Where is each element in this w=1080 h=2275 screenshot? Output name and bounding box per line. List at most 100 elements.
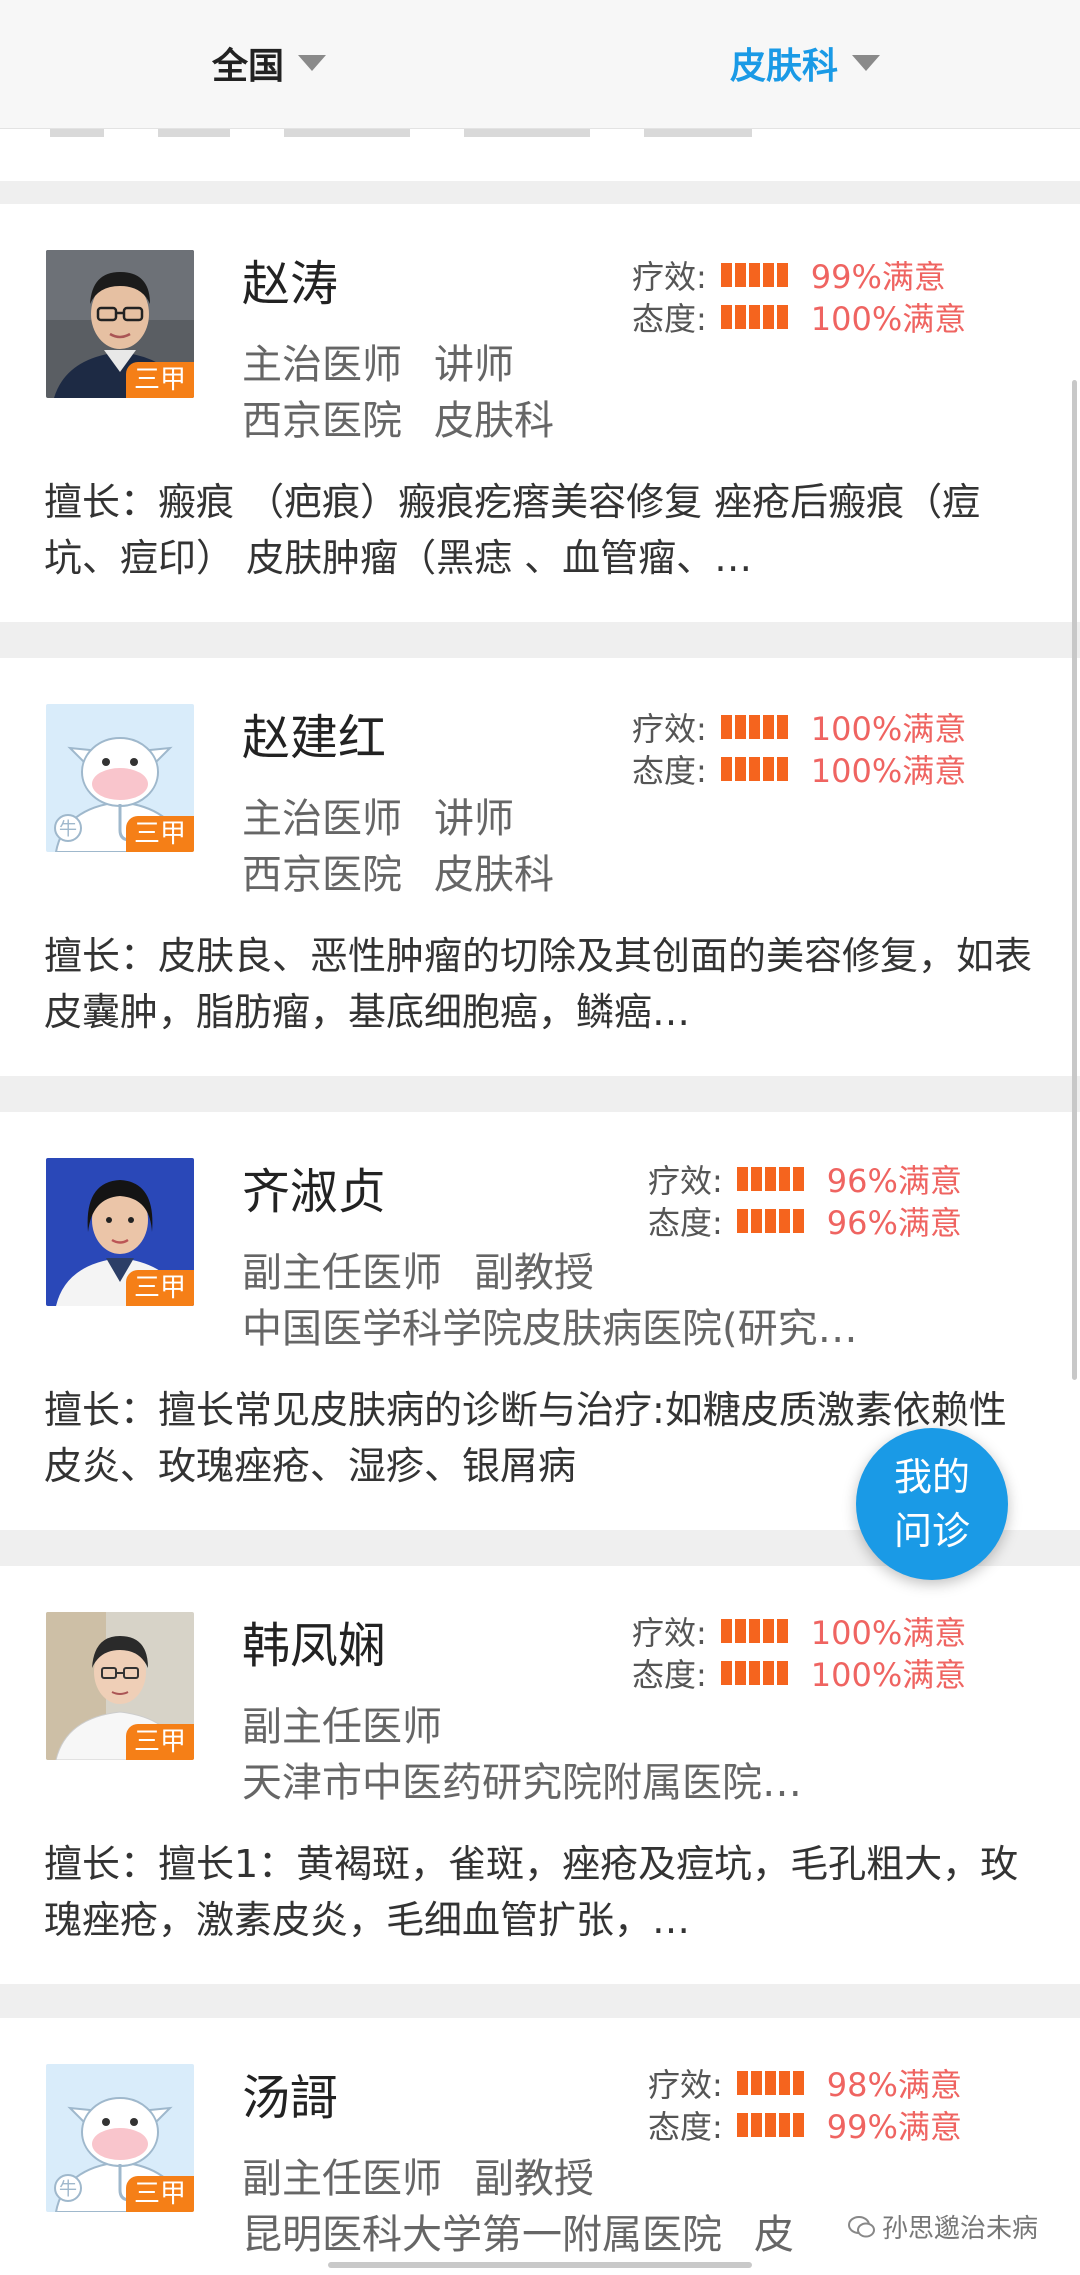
rating-value: 100%满意: [810, 300, 967, 338]
specialty-text: 擅长：擅长1：黄褐斑，雀斑，痤疮及痘坑，毛孔粗大，玫瑰痤疮，激素皮炎，毛细血管扩…: [44, 1842, 1019, 1942]
doctor-card[interactable]: 牛 三甲 赵建红 主治医师 讲师 西京医院 皮肤科 疗效: 100%满意 态度: 1…: [0, 658, 1080, 1076]
hospital-grade-badge: 三甲: [126, 1270, 194, 1306]
department-filter-label: 皮肤科: [730, 46, 839, 87]
rating-bars: [736, 1167, 807, 1191]
doctor-title: 副主任医师 副教授: [242, 1240, 594, 1298]
rating-bars: [720, 757, 791, 781]
avatar: 三甲: [46, 1612, 194, 1760]
fab-label-line1: 我的: [893, 1455, 970, 1499]
rating-label: 疗效:: [632, 258, 707, 296]
rating-bars: [720, 305, 791, 329]
attitude-rating: 态度: 96%满意: [648, 1198, 962, 1244]
rating-value: 99%满意: [810, 258, 946, 296]
doctor-hospital: 天津市中医药研究院附属医院…: [242, 1750, 802, 1808]
doctor-hospital: 中国医学科学院皮肤病医院(研究…: [242, 1296, 858, 1354]
hospital-grade-badge: 三甲: [126, 816, 194, 852]
rating-label: 疗效:: [632, 1614, 707, 1652]
rating-bars: [736, 2113, 807, 2137]
rating-label: 态度:: [648, 1204, 723, 1242]
rating-value: 100%满意: [810, 1656, 967, 1694]
avatar: 牛 三甲: [46, 704, 194, 852]
department: 皮: [754, 2212, 794, 2258]
hospital-grade-badge: 三甲: [126, 362, 194, 398]
doctor-name: 赵涛: [242, 256, 339, 312]
home-indicator[interactable]: [328, 2262, 752, 2268]
department: 皮肤科: [434, 398, 554, 444]
previous-card-remnant: [0, 129, 1080, 181]
doctor-title: 主治医师 讲师: [242, 786, 514, 844]
doctor-name: 齐淑贞: [242, 1164, 387, 1220]
rating-label: 疗效:: [648, 1162, 723, 1200]
rating-label: 疗效:: [632, 710, 707, 748]
specialty-text: 擅长：皮肤良、恶性肿瘤的切除及其创面的美容修复，如表皮囊肿，脂肪瘤，基底细胞癌，…: [44, 934, 1033, 1034]
doctor-card[interactable]: 三甲 韩凤娴 副主任医师 天津市中医药研究院附属医院… 疗效: 100%满意 态…: [0, 1566, 1080, 1984]
doctor-hospital: 西京医院 皮肤科: [242, 842, 554, 900]
doctor-name: 赵建红: [242, 710, 387, 766]
rating-bars: [736, 2071, 807, 2095]
doctor-hospital: 西京医院 皮肤科: [242, 388, 554, 446]
academic-title: 副教授: [474, 1250, 594, 1296]
doctor-hospital: 昆明医科大学第一附属医院皮: [242, 2202, 794, 2260]
filter-bar: 全国 皮肤科: [0, 0, 1080, 129]
rating-label: 态度:: [632, 1656, 707, 1694]
rating-label: 态度:: [632, 752, 707, 790]
efficacy-rating: 疗效: 100%满意: [632, 1608, 966, 1654]
hospital: 西京医院: [242, 852, 402, 898]
wechat-icon: [848, 2215, 875, 2237]
position: 副主任医师: [242, 1704, 442, 1750]
avatar: 三甲: [46, 1158, 194, 1306]
specialty-text: 擅长：瘢痕 （疤痕）瘢痕疙瘩美容修复 痤疮后瘢痕（痘坑、痘印） 皮肤肿瘤（黑痣 …: [44, 480, 981, 580]
avatar: 三甲: [46, 250, 194, 398]
watermark: 孙思邈治未病: [848, 2208, 1038, 2245]
rating-label: 态度:: [632, 300, 707, 338]
hospital-grade-badge: 三甲: [126, 1724, 194, 1760]
rating-bars: [720, 1661, 791, 1685]
efficacy-rating: 疗效: 100%满意: [632, 704, 966, 750]
rating-bars: [720, 263, 791, 287]
rating-label: 疗效:: [648, 2066, 723, 2104]
rating-value: 100%满意: [810, 1614, 967, 1652]
hospital: 昆明医科大学第一附属医院: [242, 2212, 722, 2258]
doctor-title: 副主任医师 副教授: [242, 2146, 594, 2204]
rating-bars: [736, 1209, 807, 1233]
position: 副主任医师: [242, 1250, 442, 1296]
department-filter[interactable]: 皮肤科: [730, 38, 881, 88]
doctor-title: 主治医师 讲师: [242, 332, 514, 390]
my-consultations-button[interactable]: 我的 问诊: [856, 1428, 1008, 1580]
rating-bars: [720, 1619, 791, 1643]
attitude-rating: 态度: 100%满意: [632, 746, 966, 792]
hospital-grade-badge: 三甲: [126, 2176, 194, 2212]
position: 副主任医师: [242, 2156, 442, 2202]
hospital: 中国医学科学院皮肤病医院(研究…: [242, 1306, 858, 1352]
hospital: 西京医院: [242, 398, 402, 444]
doctor-name: 汤謌: [242, 2070, 339, 2126]
attitude-rating: 态度: 100%满意: [632, 1650, 966, 1696]
rating-value: 100%满意: [810, 710, 967, 748]
position: 主治医师: [242, 796, 402, 842]
rating-value: 96%满意: [826, 1162, 962, 1200]
avatar: 牛 三甲: [46, 2064, 194, 2212]
svg-text:牛: 牛: [59, 819, 77, 840]
position: 主治医师: [242, 342, 402, 388]
academic-title: 讲师: [434, 796, 514, 842]
academic-title: 讲师: [434, 342, 514, 388]
attitude-rating: 态度: 100%满意: [632, 294, 966, 340]
doctor-title: 副主任医师: [242, 1694, 442, 1752]
chevron-down-icon: [298, 55, 327, 71]
scrollbar[interactable]: [1072, 380, 1077, 1380]
department: 皮肤科: [434, 852, 554, 898]
doctor-card[interactable]: 三甲 赵涛 主治医师 讲师 西京医院 皮肤科 疗效: 99%满意 态度: 100%满…: [0, 204, 1080, 622]
doctor-name: 韩凤娴: [242, 1618, 387, 1674]
rating-value: 99%满意: [826, 2108, 962, 2146]
efficacy-rating: 疗效: 96%满意: [648, 1156, 962, 1202]
fab-label-line2: 问诊: [893, 1509, 970, 1553]
efficacy-rating: 疗效: 99%满意: [632, 252, 946, 298]
rating-label: 态度:: [648, 2108, 723, 2146]
rating-value: 96%满意: [826, 1204, 962, 1242]
region-filter[interactable]: 全国: [212, 38, 327, 88]
hospital: 天津市中医药研究院附属医院…: [242, 1760, 802, 1806]
svg-text:牛: 牛: [59, 2179, 77, 2200]
chevron-down-icon: [852, 55, 881, 71]
rating-bars: [720, 715, 791, 739]
academic-title: 副教授: [474, 2156, 594, 2202]
